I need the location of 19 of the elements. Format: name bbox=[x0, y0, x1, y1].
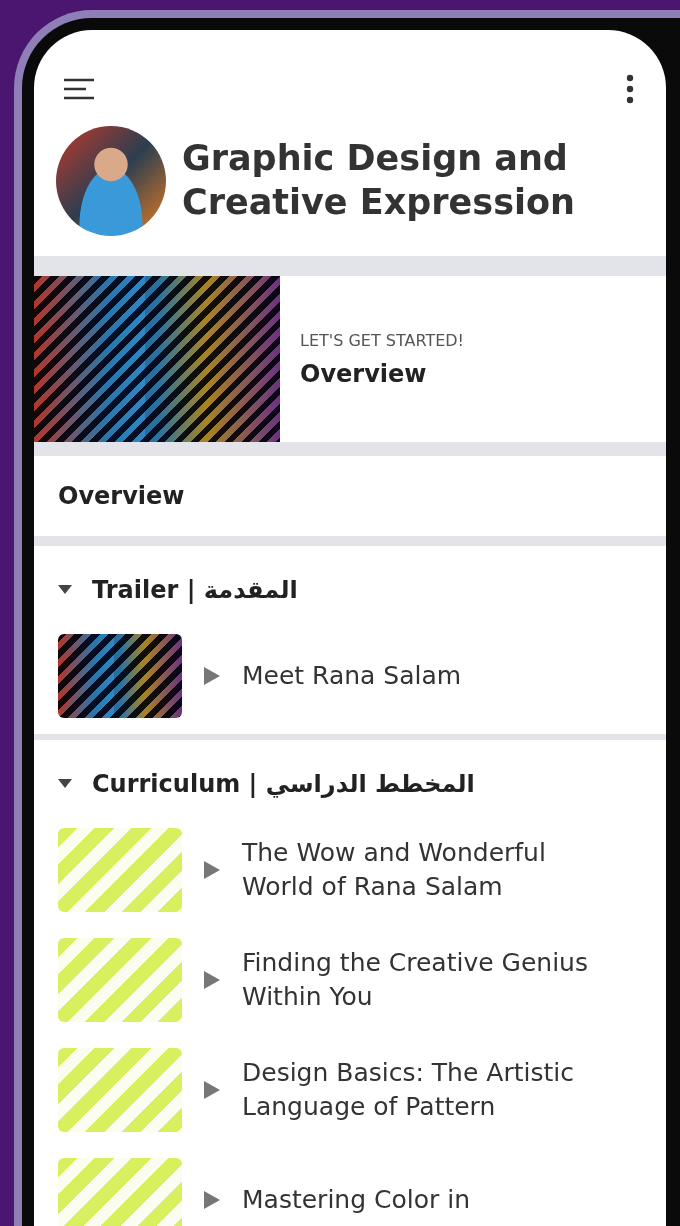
play-icon[interactable] bbox=[204, 1191, 220, 1209]
featured-card[interactable]: LET'S GET STARTED! Overview bbox=[34, 276, 666, 442]
lesson-title[interactable]: Finding the Creative Genius Within You bbox=[242, 945, 596, 1015]
overview-item[interactable]: Overview bbox=[34, 456, 666, 536]
section-title: Curriculum | المخطط الدراسي bbox=[92, 770, 475, 798]
featured-title: Overview bbox=[300, 359, 428, 388]
eyebrow-text: LET'S GET STARTED! bbox=[300, 330, 464, 350]
lesson-title[interactable]: Mastering Color in bbox=[242, 1182, 470, 1218]
play-icon[interactable] bbox=[204, 1081, 220, 1099]
play-icon[interactable] bbox=[204, 861, 220, 879]
lesson-title[interactable]: Meet Rana Salam bbox=[242, 658, 462, 694]
course-title: Graphic Design and Creative Expression bbox=[182, 137, 576, 224]
play-icon[interactable] bbox=[204, 971, 220, 989]
section-header[interactable]: Trailer | المقدمة bbox=[34, 546, 666, 624]
lesson-title[interactable]: Design Basics: The Artistic Language of Pattern bbox=[242, 1055, 596, 1125]
lesson-title[interactable]: The Wow and Wonderful World of Rana Salam bbox=[242, 835, 596, 905]
section-title: Trailer | المقدمة bbox=[92, 576, 298, 604]
play-icon[interactable] bbox=[204, 667, 220, 685]
section-header[interactable]: Curriculum | المخطط الدراسي bbox=[34, 740, 666, 818]
